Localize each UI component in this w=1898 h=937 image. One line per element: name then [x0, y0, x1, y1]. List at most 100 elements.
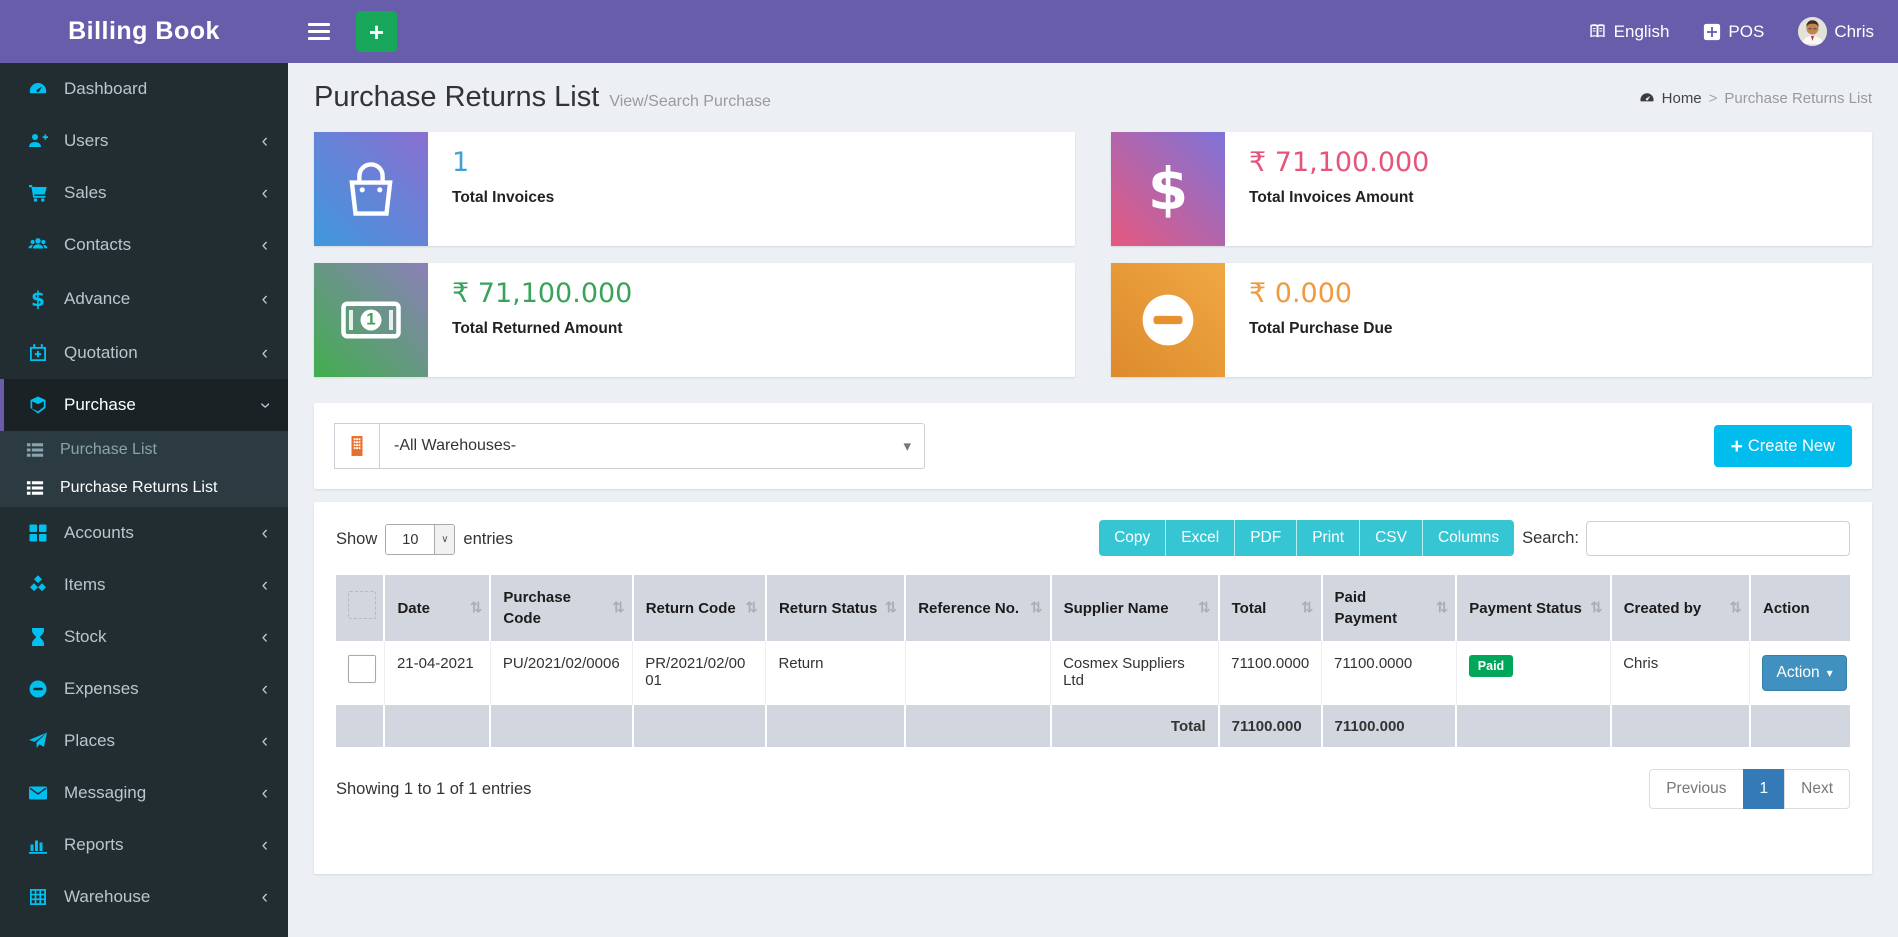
total-paid-payment: 71100.000	[1321, 705, 1458, 747]
sidebar-item-purchase-list[interactable]: Purchase List	[0, 431, 288, 469]
total-label: Total	[1050, 705, 1220, 747]
column-header-date[interactable]: Date	[384, 575, 492, 641]
breadcrumb-home-link[interactable]: Home	[1662, 90, 1702, 107]
action-dropdown-button[interactable]: Action	[1762, 655, 1847, 691]
breadcrumb-separator: >	[1708, 89, 1718, 107]
chevron-left-icon	[262, 784, 268, 803]
pos-label: POS	[1728, 21, 1765, 41]
cell-created-by: Chris	[1610, 641, 1751, 705]
top-header: Billing Book English POS Chris	[0, 0, 1898, 63]
plus-square-icon	[1703, 23, 1721, 41]
pdf-button[interactable]: PDF	[1235, 520, 1298, 556]
sidebar-item-accounts[interactable]: Accounts	[0, 507, 288, 559]
sort-icon[interactable]	[1590, 598, 1603, 619]
stat-card-total-invoices: 1 Total Invoices	[314, 132, 1075, 246]
app-logo[interactable]: Billing Book	[0, 0, 288, 63]
sidebar-item-label: Stock	[64, 627, 107, 646]
cell-return-status: Return	[765, 641, 906, 705]
minus-circle-icon	[1111, 263, 1225, 377]
sidebar-item-expenses[interactable]: Expenses	[0, 663, 288, 715]
table-info: Showing 1 to 1 of 1 entries	[336, 779, 532, 798]
sort-icon[interactable]	[1729, 598, 1742, 619]
column-header-created-by[interactable]: Created by	[1610, 575, 1751, 641]
previous-page-button[interactable]: Previous	[1649, 769, 1744, 809]
column-header-supplier-name[interactable]: Supplier Name	[1050, 575, 1220, 641]
column-header-return-status[interactable]: Return Status	[765, 575, 907, 641]
show-label: Show	[336, 530, 378, 548]
select-all-checkbox[interactable]	[348, 591, 376, 619]
column-header-payment-status[interactable]: Payment Status	[1456, 575, 1612, 641]
page-1-button[interactable]: 1	[1742, 769, 1786, 809]
sort-icon[interactable]	[885, 598, 898, 619]
sidebar-item-users[interactable]: Users	[0, 115, 288, 167]
sidebar-item-dashboard[interactable]: Dashboard	[0, 63, 288, 115]
sidebar-item-label: Quotation	[64, 343, 138, 362]
table-row: 21-04-2021 PU/2021/02/0006 PR/2021/02/00…	[336, 641, 1850, 705]
sidebar-item-stock[interactable]: Stock	[0, 611, 288, 663]
sidebar-item-purchase-returns-list[interactable]: Purchase Returns List	[0, 469, 288, 507]
cell-date: 21-04-2021	[384, 641, 491, 705]
sort-icon[interactable]	[1030, 598, 1043, 619]
sidebar-toggle-button[interactable]	[308, 15, 342, 49]
sidebar-item-warehouse[interactable]: Warehouse	[0, 871, 288, 923]
column-header-total[interactable]: Total	[1218, 575, 1323, 641]
sort-icon[interactable]	[470, 598, 483, 619]
sidebar-item-sales[interactable]: Sales	[0, 167, 288, 219]
user-plus-icon	[26, 131, 50, 151]
sort-icon[interactable]	[1301, 598, 1314, 619]
column-header-paid-payment[interactable]: Paid Payment	[1321, 575, 1458, 641]
sidebar-item-advance[interactable]: Advance	[0, 271, 288, 327]
warehouse-select[interactable]: -All Warehouses-	[379, 423, 925, 469]
csv-button[interactable]: CSV	[1360, 520, 1423, 556]
sort-icon[interactable]	[1198, 598, 1211, 619]
stat-card-total-purchase-due: ₹ 0.000 Total Purchase Due	[1111, 263, 1872, 377]
sidebar-item-contacts[interactable]: Contacts	[0, 219, 288, 271]
page-length-value: 10	[386, 525, 435, 554]
print-button[interactable]: Print	[1297, 520, 1361, 556]
page-length-select[interactable]: 10	[385, 524, 456, 555]
search-input[interactable]	[1586, 520, 1850, 556]
create-new-button[interactable]: Create New	[1713, 425, 1852, 467]
select-all-header	[336, 575, 386, 641]
sidebar-item-items[interactable]: Items	[0, 559, 288, 611]
one-glyph: 1	[366, 309, 376, 329]
sort-icon[interactable]	[1436, 598, 1449, 619]
sidebar-item-quotation[interactable]: Quotation	[0, 327, 288, 379]
page-title: Purchase Returns List	[314, 81, 600, 113]
excel-button[interactable]: Excel	[1166, 520, 1236, 556]
copy-button[interactable]: Copy	[1099, 520, 1167, 556]
sidebar-item-reports[interactable]: Reports	[0, 819, 288, 871]
cell-paid-payment: 71100.0000	[1321, 641, 1457, 705]
row-checkbox[interactable]	[348, 655, 376, 683]
language-menu[interactable]: English	[1588, 22, 1669, 42]
column-header-return-code[interactable]: Return Code	[632, 575, 767, 641]
stat-label: Total Invoices Amount	[1249, 189, 1414, 206]
quick-add-button[interactable]	[356, 11, 397, 52]
dollar-icon	[1111, 132, 1225, 246]
chevron-down-icon	[262, 396, 268, 415]
sidebar-item-places[interactable]: Places	[0, 715, 288, 767]
stat-cards: 1 Total Invoices ₹ 71,100.000 Total Invo…	[314, 132, 1872, 377]
grid-icon	[26, 523, 50, 543]
pos-button[interactable]: POS	[1703, 22, 1764, 42]
sort-icon[interactable]	[745, 598, 758, 619]
search-label: Search:	[1522, 528, 1579, 547]
chevron-left-icon	[262, 576, 268, 595]
sidebar-item-messaging[interactable]: Messaging	[0, 767, 288, 819]
warehouse-filter-card: -All Warehouses- Create New	[314, 403, 1872, 489]
chevron-left-icon	[262, 344, 268, 363]
column-header-purchase-code[interactable]: Purchase Code	[490, 575, 634, 641]
sidebar-item-label: Reports	[64, 835, 124, 854]
columns-button[interactable]: Columns	[1422, 520, 1515, 556]
shopping-bag-icon	[314, 132, 428, 246]
sidebar-item-purchase[interactable]: Purchase	[0, 379, 288, 431]
calendar-plus-icon	[26, 343, 50, 363]
column-header-reference-no[interactable]: Reference No.	[905, 575, 1052, 641]
stat-card-total-returned-amount: 1 ₹ 71,100.000 Total Returned Amount	[314, 263, 1075, 377]
user-menu[interactable]: Chris	[1798, 17, 1874, 46]
chevron-left-icon	[262, 888, 268, 907]
envelope-icon	[26, 783, 50, 803]
sort-icon[interactable]	[612, 598, 625, 619]
column-header-action: Action	[1749, 575, 1850, 641]
next-page-button[interactable]: Next	[1784, 769, 1850, 809]
